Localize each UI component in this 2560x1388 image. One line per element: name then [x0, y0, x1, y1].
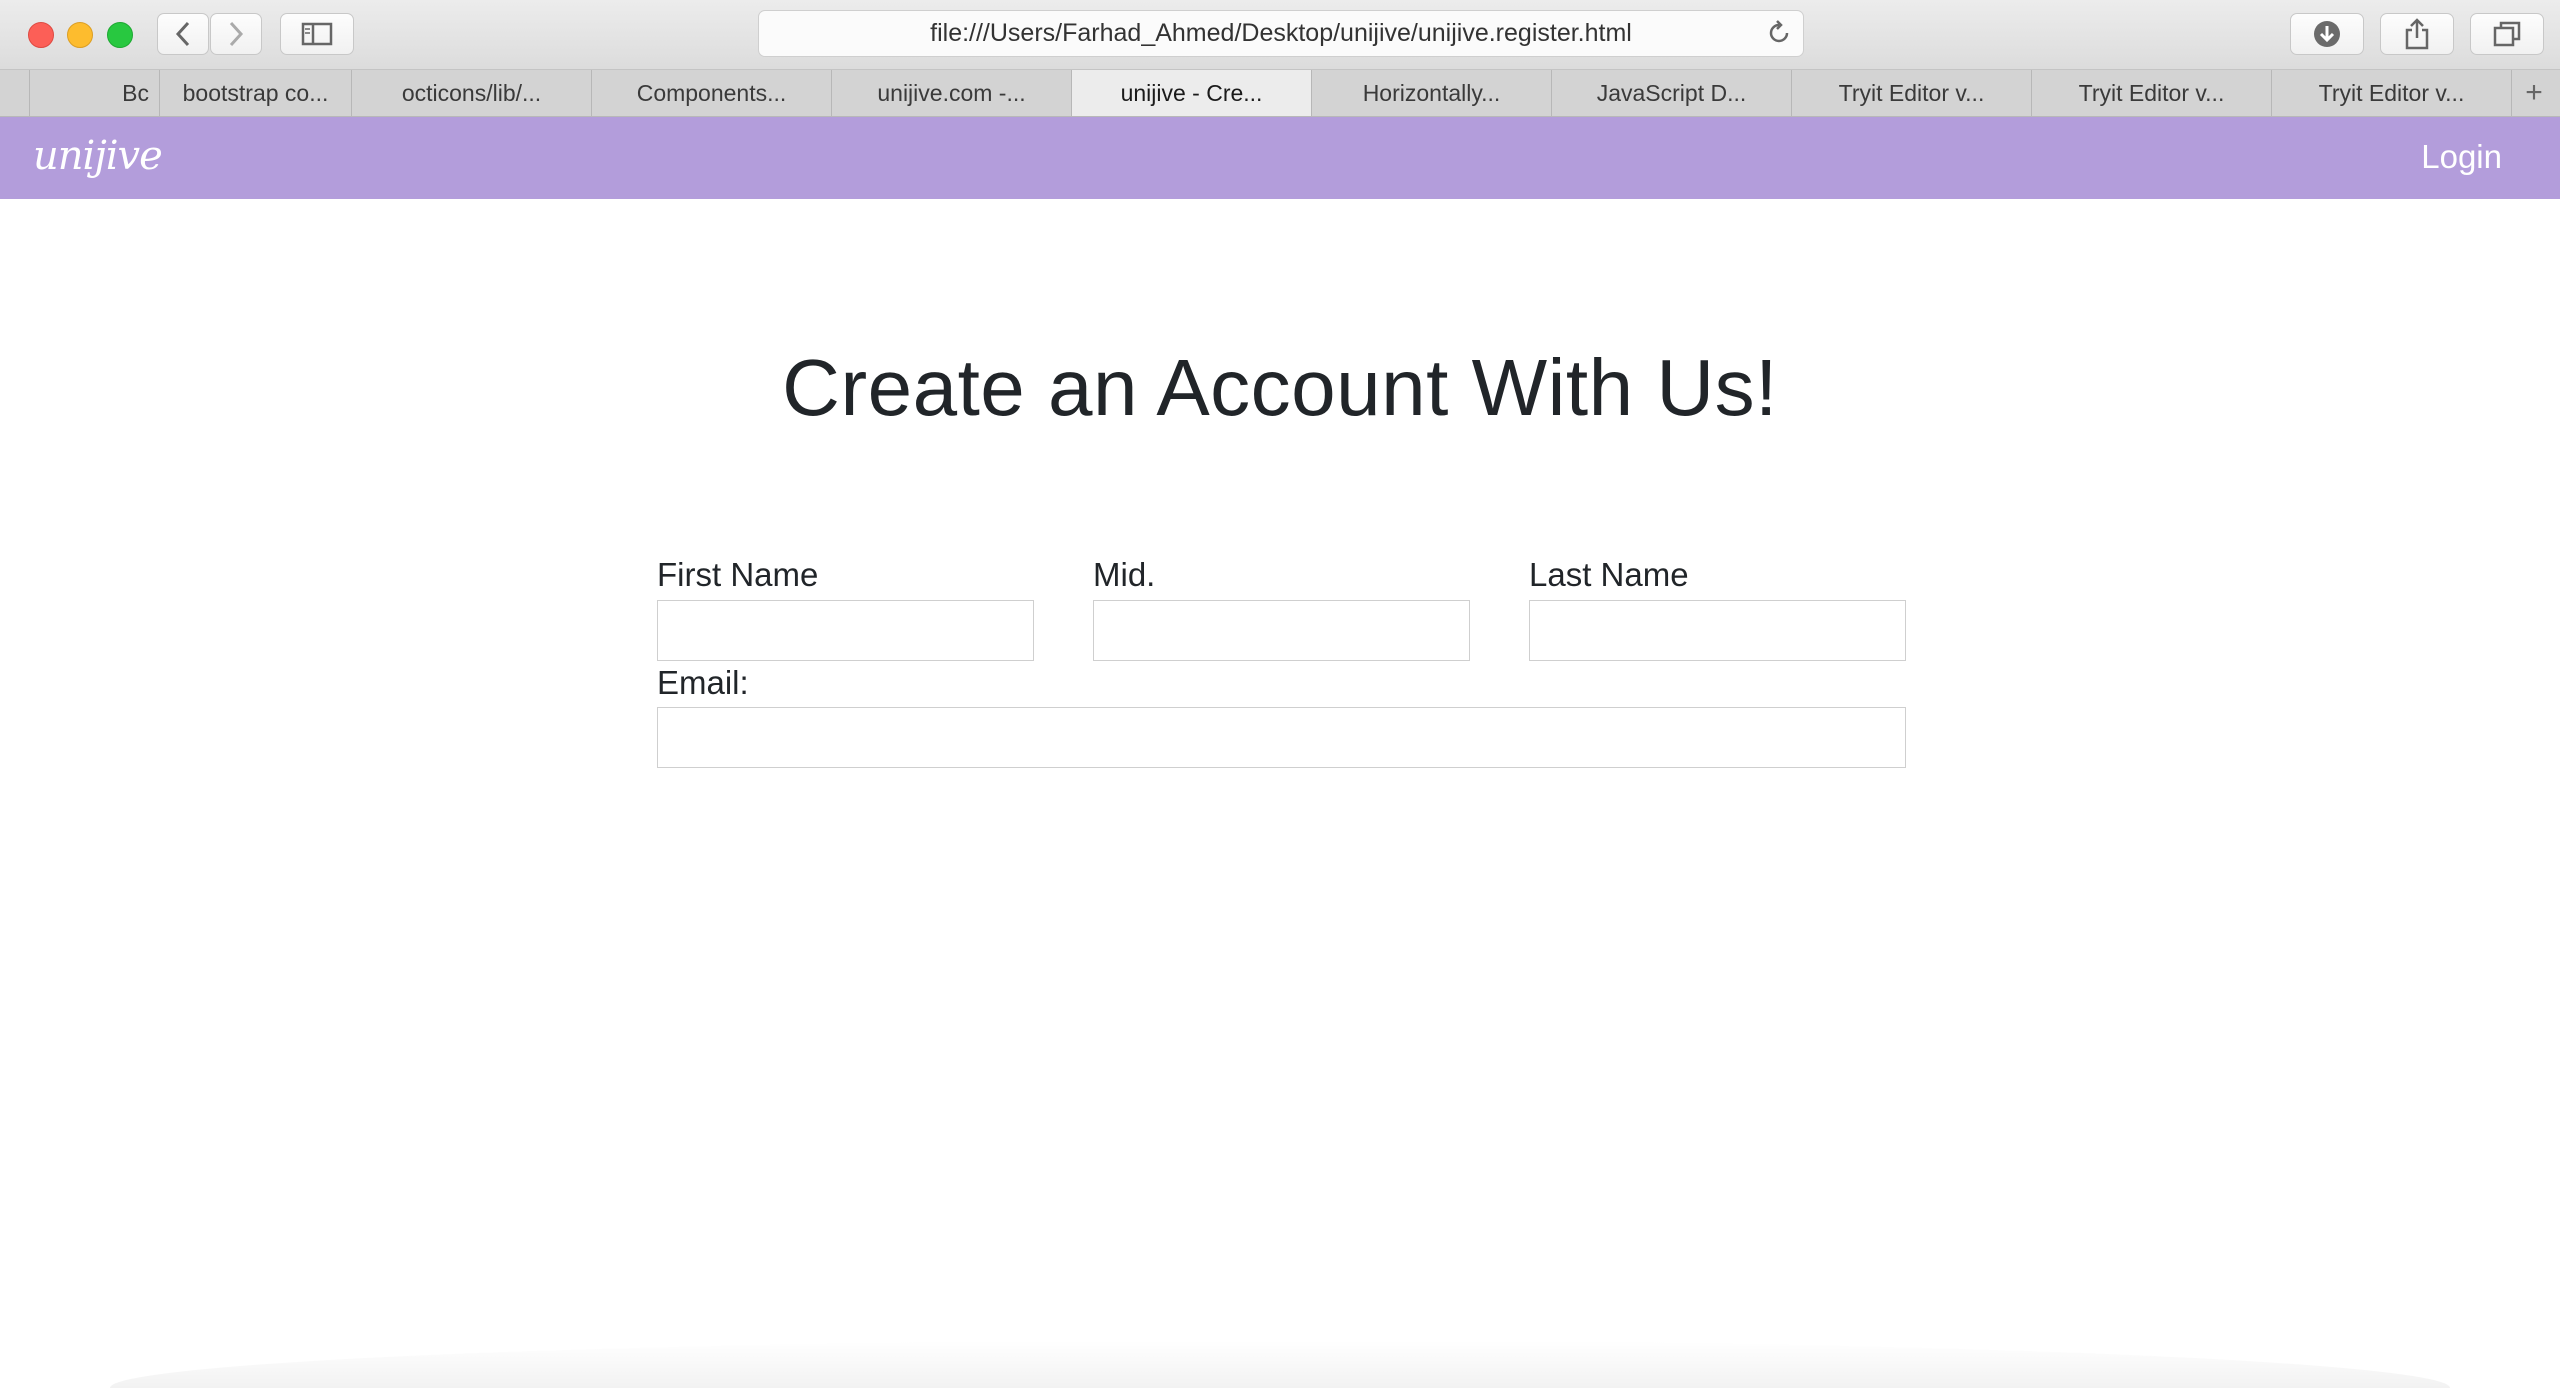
first-name-input[interactable] [657, 600, 1034, 661]
tab-label: octicons/lib/... [401, 79, 542, 106]
forward-button[interactable] [210, 13, 262, 55]
tab-item[interactable]: Bc [30, 70, 160, 116]
tab-label: Tryit Editor v... [1838, 79, 1985, 106]
chevron-right-icon [229, 21, 244, 47]
tab-bar: Bc bootstrap co... octicons/lib/... Comp… [0, 70, 2560, 117]
tabs-overview-icon [2493, 21, 2521, 47]
browser-toolbar: file:///Users/Farhad_Ahmed/Desktop/uniji… [0, 0, 2560, 70]
downloads-button[interactable] [2290, 13, 2364, 55]
tab-item[interactable]: octicons/lib/... [352, 70, 592, 116]
login-link[interactable]: Login [2421, 138, 2502, 176]
tab-item[interactable]: Tryit Editor v... [2032, 70, 2272, 116]
tab-item-active[interactable]: unijive - Cre... [1072, 70, 1312, 116]
reload-icon[interactable] [1765, 19, 1793, 47]
tab-label: Tryit Editor v... [2078, 79, 2225, 106]
tab-label: JavaScript D... [1596, 79, 1747, 106]
tab-label: Bc [122, 79, 149, 106]
mid-name-input[interactable] [1093, 600, 1470, 661]
tab-item[interactable]: unijive.com -... [832, 70, 1072, 116]
tab-label: Components... [636, 79, 787, 106]
tab-label: unijive - Cre... [1120, 79, 1263, 106]
sidebar-icon [301, 22, 333, 46]
tab-label: bootstrap co... [182, 79, 329, 106]
email-label: Email: [657, 664, 749, 701]
back-button[interactable] [157, 13, 209, 55]
url-text: file:///Users/Farhad_Ahmed/Desktop/uniji… [930, 19, 1632, 47]
share-icon [2405, 18, 2429, 50]
new-tab-button[interactable]: + [2512, 70, 2556, 116]
tab-item[interactable]: bootstrap co... [160, 70, 352, 116]
brand-logo[interactable]: unijive [33, 133, 163, 179]
tab-pinned[interactable] [0, 70, 30, 116]
plus-icon: + [2525, 76, 2543, 109]
first-name-label: First Name [657, 556, 819, 593]
zoom-window-button[interactable] [107, 22, 133, 48]
tab-label: Tryit Editor v... [2318, 79, 2465, 106]
window-bottom-shadow [110, 1340, 2450, 1388]
tab-item[interactable]: Tryit Editor v... [1792, 70, 2032, 116]
share-button[interactable] [2380, 13, 2454, 55]
tab-item[interactable]: Horizontally... [1312, 70, 1552, 116]
show-tabs-button[interactable] [2470, 13, 2544, 55]
mid-name-label: Mid. [1093, 556, 1156, 593]
sidebar-toggle-button[interactable] [280, 13, 354, 55]
site-navbar: unijive Login [0, 117, 2560, 199]
page-title: Create an Account With Us! [782, 343, 1778, 432]
tab-item[interactable]: Components... [592, 70, 832, 116]
email-input[interactable] [657, 707, 1906, 768]
address-bar[interactable]: file:///Users/Farhad_Ahmed/Desktop/uniji… [758, 10, 1804, 57]
tab-label: Horizontally... [1362, 79, 1501, 106]
tab-item[interactable]: Tryit Editor v... [2272, 70, 2512, 116]
last-name-label: Last Name [1529, 556, 1689, 593]
tab-item[interactable]: JavaScript D... [1552, 70, 1792, 116]
minimize-window-button[interactable] [67, 22, 93, 48]
tab-label: unijive.com -... [877, 79, 1026, 106]
last-name-input[interactable] [1529, 600, 1906, 661]
chevron-left-icon [175, 21, 190, 47]
download-icon [2314, 21, 2340, 47]
close-window-button[interactable] [28, 22, 54, 48]
